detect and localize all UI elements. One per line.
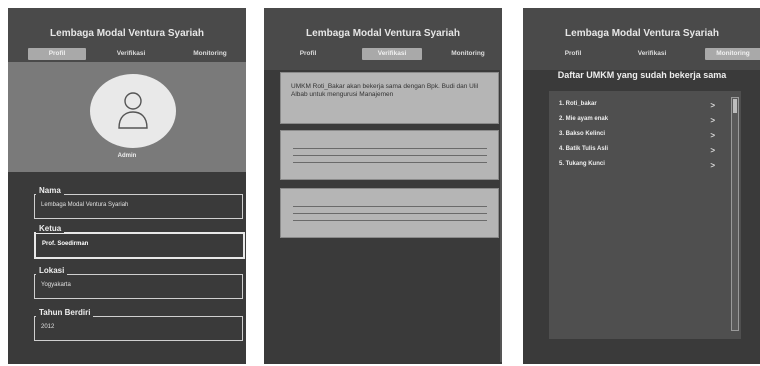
nama-field[interactable]: Lembaga Modal Ventura Syariah — [34, 194, 243, 219]
lokasi-label: Lokasi — [36, 266, 68, 275]
lokasi-value: Yogyakarta — [41, 282, 71, 288]
tahun-berdiri-label: Tahun Berdiri — [36, 308, 94, 317]
profile-header: Admin — [8, 62, 246, 172]
tab-profil[interactable]: Profil — [28, 48, 86, 60]
tab-bar: Profil Verifikasi Monitoring — [264, 48, 502, 62]
tahun-berdiri-value: 2012 — [41, 324, 55, 330]
list-heading: Daftar UMKM yang sudah bekerja sama — [557, 70, 727, 80]
app-bar: Lembaga Modal Ventura Syariah Profil Ver… — [8, 8, 246, 70]
list-item[interactable]: 5. Tukang Kunci > — [559, 161, 729, 170]
list-item[interactable]: 4. Batik Tulis Asli > — [559, 146, 729, 155]
verifikasi-screen: Lembaga Modal Ventura Syariah Profil Ver… — [264, 8, 502, 364]
list-item[interactable]: 2. Mie ayam enak > — [559, 116, 729, 125]
list-item-label: 2. Mie ayam enak — [559, 116, 609, 122]
tab-profil[interactable]: Profil — [553, 48, 593, 60]
profile-screen: Lembaga Modal Ventura Syariah Profil Ver… — [8, 8, 246, 364]
tab-verifikasi[interactable]: Verifikasi — [362, 48, 422, 60]
nama-label: Nama — [36, 186, 64, 195]
tab-bar: Profil Verifikasi Monitoring — [523, 48, 760, 62]
app-bar: Lembaga Modal Ventura Syariah Profil Ver… — [523, 8, 760, 70]
chevron-right-icon: > — [710, 161, 715, 170]
verification-message-card[interactable]: UMKM Roti_Bakar akan bekerja sama dengan… — [280, 72, 499, 124]
avatar-label: Admin — [117, 153, 137, 159]
tab-bar: Profil Verifikasi Monitoring — [8, 48, 246, 62]
list-item-label: 1. Roti_bakar — [559, 101, 597, 107]
ketua-label: Ketua — [36, 224, 65, 233]
tab-monitoring[interactable]: Monitoring — [438, 48, 498, 60]
chevron-right-icon: > — [710, 116, 715, 125]
tab-verifikasi[interactable]: Verifikasi — [627, 48, 677, 60]
lokasi-field[interactable]: Yogyakarta — [34, 274, 243, 299]
verification-card-empty-1[interactable] — [280, 130, 499, 180]
tab-monitoring[interactable]: Monitoring — [705, 48, 760, 60]
app-title: Lembaga Modal Ventura Syariah — [565, 28, 719, 39]
list-item[interactable]: 3. Bakso Kelinci > — [559, 131, 729, 140]
app-title: Lembaga Modal Ventura Syariah — [306, 28, 460, 39]
list-item-label: 3. Bakso Kelinci — [559, 131, 606, 137]
person-outline-icon — [118, 92, 148, 129]
umkm-list: 1. Roti_bakar > 2. Mie ayam enak > 3. Ba… — [549, 91, 741, 339]
chevron-right-icon: > — [710, 101, 715, 110]
tab-verifikasi[interactable]: Verifikasi — [106, 48, 156, 60]
list-item-label: 4. Batik Tulis Asli — [559, 146, 609, 152]
ketua-field[interactable]: Prof. Soedirman — [34, 232, 245, 259]
app-bar: Lembaga Modal Ventura Syariah Profil Ver… — [264, 8, 502, 70]
divider — [293, 213, 487, 214]
app-title: Lembaga Modal Ventura Syariah — [50, 28, 204, 39]
divider — [293, 155, 487, 156]
verification-message: UMKM Roti_Bakar akan bekerja sama dengan… — [291, 83, 479, 98]
chevron-right-icon: > — [710, 146, 715, 155]
verification-card-empty-2[interactable] — [280, 188, 499, 238]
list-item[interactable]: 1. Roti_bakar > — [559, 101, 729, 110]
divider — [293, 148, 487, 149]
chevron-right-icon: > — [710, 131, 715, 140]
scrollbar-thumb[interactable] — [733, 99, 737, 113]
tahun-berdiri-field[interactable]: 2012 — [34, 316, 243, 341]
divider — [293, 162, 487, 163]
nama-value: Lembaga Modal Ventura Syariah — [41, 202, 129, 208]
divider — [293, 206, 487, 207]
list-item-label: 5. Tukang Kunci — [559, 161, 605, 167]
divider — [293, 220, 487, 221]
scrollbar[interactable] — [731, 97, 739, 331]
monitoring-screen: Lembaga Modal Ventura Syariah Profil Ver… — [523, 8, 760, 364]
tab-profil[interactable]: Profil — [288, 48, 328, 60]
scrollbar[interactable] — [500, 70, 502, 362]
avatar — [90, 74, 176, 148]
ketua-value: Prof. Soedirman — [42, 241, 89, 247]
tab-monitoring[interactable]: Monitoring — [180, 48, 240, 60]
